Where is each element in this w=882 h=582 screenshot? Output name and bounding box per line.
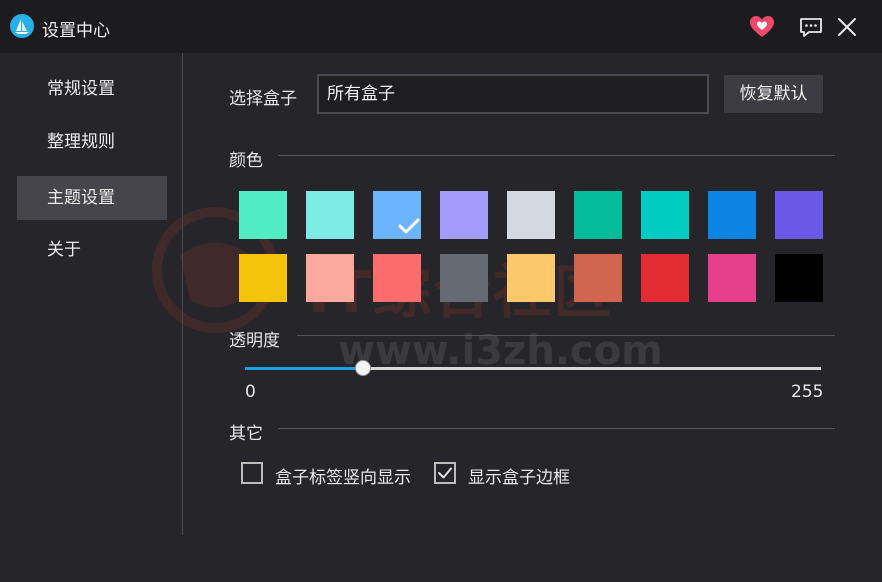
color-swatch[interactable] (373, 191, 421, 239)
sidebar-item-theme[interactable]: 主题设置 (17, 176, 167, 220)
other-section-title: 其它 (229, 424, 263, 444)
color-swatch[interactable] (574, 191, 622, 239)
color-section-title: 颜色 (229, 151, 263, 171)
other-section-divider (278, 428, 835, 429)
color-swatch[interactable] (775, 254, 823, 302)
color-swatch[interactable] (641, 191, 689, 239)
transparency-title: 透明度 (229, 331, 280, 351)
sidebar-item-about[interactable]: 关于 (17, 228, 167, 272)
heart-icon (750, 16, 774, 37)
sidebar-item-general[interactable]: 常规设置 (17, 67, 167, 111)
close-icon (838, 18, 856, 36)
close-button[interactable] (832, 12, 862, 42)
color-swatch[interactable] (775, 191, 823, 239)
color-swatch[interactable] (373, 254, 421, 302)
transparency-slider[interactable] (245, 360, 821, 376)
sidebar-divider (182, 53, 183, 535)
heart-button[interactable] (747, 12, 777, 42)
color-swatch[interactable] (507, 254, 555, 302)
color-swatch[interactable] (440, 254, 488, 302)
show-border-option[interactable]: 显示盒子边框 (468, 463, 570, 488)
title-bar: 设置中心 (0, 0, 882, 53)
sidebar: 常规设置 整理规则 主题设置 关于 (0, 53, 182, 535)
color-swatch[interactable] (507, 191, 555, 239)
color-swatch[interactable] (306, 254, 354, 302)
color-swatch[interactable] (239, 254, 287, 302)
reset-default-button[interactable]: 恢复默认 (724, 75, 823, 113)
checkmark-icon (438, 467, 452, 479)
box-select-label: 选择盒子 (229, 89, 297, 109)
transparency-max-label: 255 (791, 382, 824, 402)
window-title: 设置中心 (42, 21, 110, 41)
slider-fill (245, 367, 364, 370)
color-swatch[interactable] (574, 254, 622, 302)
show-border-checkbox[interactable] (434, 462, 456, 484)
color-swatch[interactable] (440, 191, 488, 239)
feedback-icon (800, 18, 822, 37)
color-swatch[interactable] (239, 191, 287, 239)
color-swatch[interactable] (708, 191, 756, 239)
slider-thumb[interactable] (355, 360, 372, 376)
app-logo-icon (10, 14, 34, 38)
vertical-label-checkbox[interactable] (241, 462, 263, 484)
transparency-min-label: 0 (245, 382, 256, 402)
vertical-label-option[interactable]: 盒子标签竖向显示 (275, 463, 411, 488)
color-swatch[interactable] (641, 254, 689, 302)
color-section-divider (278, 155, 835, 156)
color-swatch[interactable] (306, 191, 354, 239)
color-swatch[interactable] (708, 254, 756, 302)
transparency-divider (297, 335, 835, 336)
feedback-button[interactable] (796, 12, 826, 42)
check-icon (398, 218, 420, 234)
box-select-input[interactable]: 所有盒子 (317, 74, 709, 114)
sidebar-item-rules[interactable]: 整理规则 (17, 120, 167, 164)
